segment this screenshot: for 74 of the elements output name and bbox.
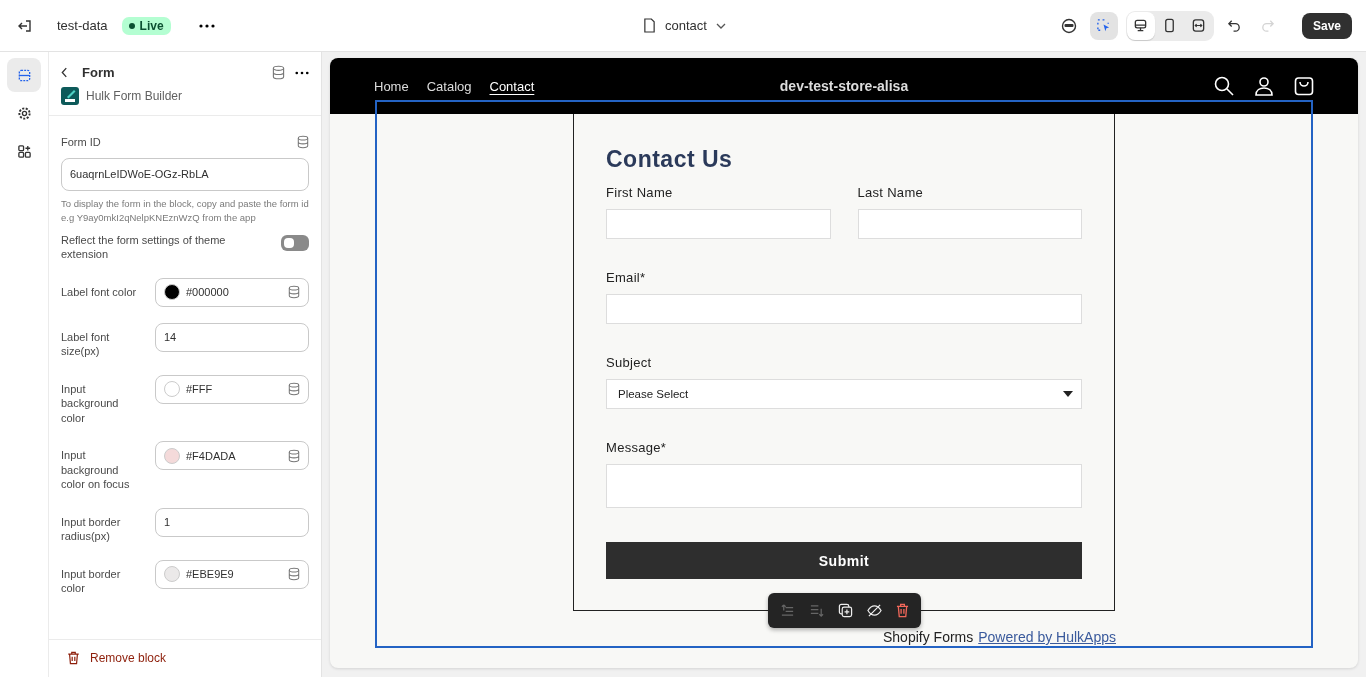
color-field[interactable]: #FFF [155, 374, 309, 404]
help-text: To display the form in the block, copy and paste the form id e.g Y9ay0mkI2qNelpKNEznWzQ from the app [61, 196, 309, 225]
setting-label: Input border radius(px) [61, 514, 122, 544]
select-field[interactable]: Please Select [606, 379, 1082, 409]
form-id-field[interactable]: 6uaqrnLeIDWoE-OGz-RbLA [61, 157, 309, 191]
back-icon[interactable] [61, 67, 68, 78]
field-label: Form ID [61, 135, 101, 150]
setting-label: Label font color [61, 284, 138, 299]
color-swatch[interactable] [164, 447, 180, 464]
desktop-icon [1133, 18, 1149, 33]
form-field-label: Last Name [857, 185, 925, 200]
caret-icon [1063, 391, 1073, 397]
app-logo-icon [61, 87, 79, 105]
text-field[interactable]: 14 [155, 322, 309, 352]
delete-icon[interactable] [895, 603, 909, 618]
color-field[interactable]: #F4DADA [155, 441, 309, 470]
undo-icon[interactable] [1226, 18, 1242, 33]
app-name: Hulk Form Builder [86, 89, 183, 103]
form-field-label: First Name [606, 185, 674, 200]
color-swatch[interactable] [164, 566, 180, 582]
text-input[interactable] [606, 209, 831, 239]
search-icon[interactable] [1214, 76, 1234, 96]
database-icon[interactable] [288, 448, 300, 463]
duplicate-icon[interactable] [837, 603, 853, 618]
color-field[interactable]: #EBE9E9 [155, 559, 309, 589]
exit-icon[interactable] [17, 17, 33, 34]
powered-by-link[interactable]: Powered by HulkApps [978, 629, 1116, 645]
page-icon [643, 18, 657, 33]
database-icon[interactable] [272, 65, 285, 80]
cursor-select-icon [1096, 18, 1112, 33]
cart-icon[interactable] [1294, 76, 1314, 96]
color-swatch[interactable] [164, 284, 180, 300]
setting-label: Input border color [61, 566, 122, 596]
form-title: Contact Us [606, 146, 734, 173]
remove-block-button[interactable]: Remove block [67, 651, 167, 665]
setting-label: Label font size(px) [61, 329, 111, 359]
nav-link[interactable]: Catalog [426, 78, 472, 94]
database-icon[interactable] [297, 135, 309, 150]
save-button[interactable]: Save [1301, 12, 1352, 39]
database-icon[interactable] [288, 382, 300, 396]
toggle-label: Reflect the form settings of theme extension [61, 232, 227, 262]
page-selector[interactable]: contact [635, 14, 734, 37]
hide-icon[interactable] [866, 603, 882, 618]
status-badge: Live [121, 16, 171, 35]
store-title: dev-test-store-alisa [779, 78, 909, 94]
move-down-icon[interactable] [808, 603, 824, 618]
form-field-label: Email* [606, 270, 647, 285]
chevron-down-icon [715, 22, 726, 29]
form-field-label: Message* [606, 440, 668, 455]
color-swatch[interactable] [164, 381, 180, 397]
setting-label: Input background color [61, 381, 120, 425]
form-field-label: Subject [606, 355, 653, 370]
store-name: test-data [57, 18, 108, 33]
move-up-icon[interactable] [779, 603, 795, 618]
footer-text: Shopify Forms [883, 629, 974, 645]
submit-button[interactable]: Submit [606, 542, 1082, 579]
panel-title: Form [82, 65, 115, 80]
text-input[interactable] [606, 294, 1082, 324]
nav-link[interactable]: Home [374, 78, 409, 94]
full-width-icon [1191, 18, 1207, 33]
inspector-button[interactable] [1089, 11, 1118, 40]
nav-link[interactable]: Contact [489, 78, 535, 94]
database-icon[interactable] [288, 567, 300, 581]
desktop-view-button[interactable] [1126, 11, 1155, 40]
more-icon[interactable] [295, 70, 309, 75]
color-field[interactable]: #000000 [155, 277, 309, 307]
sections-icon[interactable] [7, 58, 41, 92]
database-icon[interactable] [288, 285, 300, 299]
trash-icon [67, 651, 80, 665]
textarea-field[interactable] [606, 464, 1082, 508]
text-input[interactable] [857, 209, 1082, 239]
setting-label: Input background color on focus [61, 448, 131, 492]
toggle-switch[interactable] [281, 234, 309, 251]
text-field[interactable]: 1 [155, 507, 309, 537]
